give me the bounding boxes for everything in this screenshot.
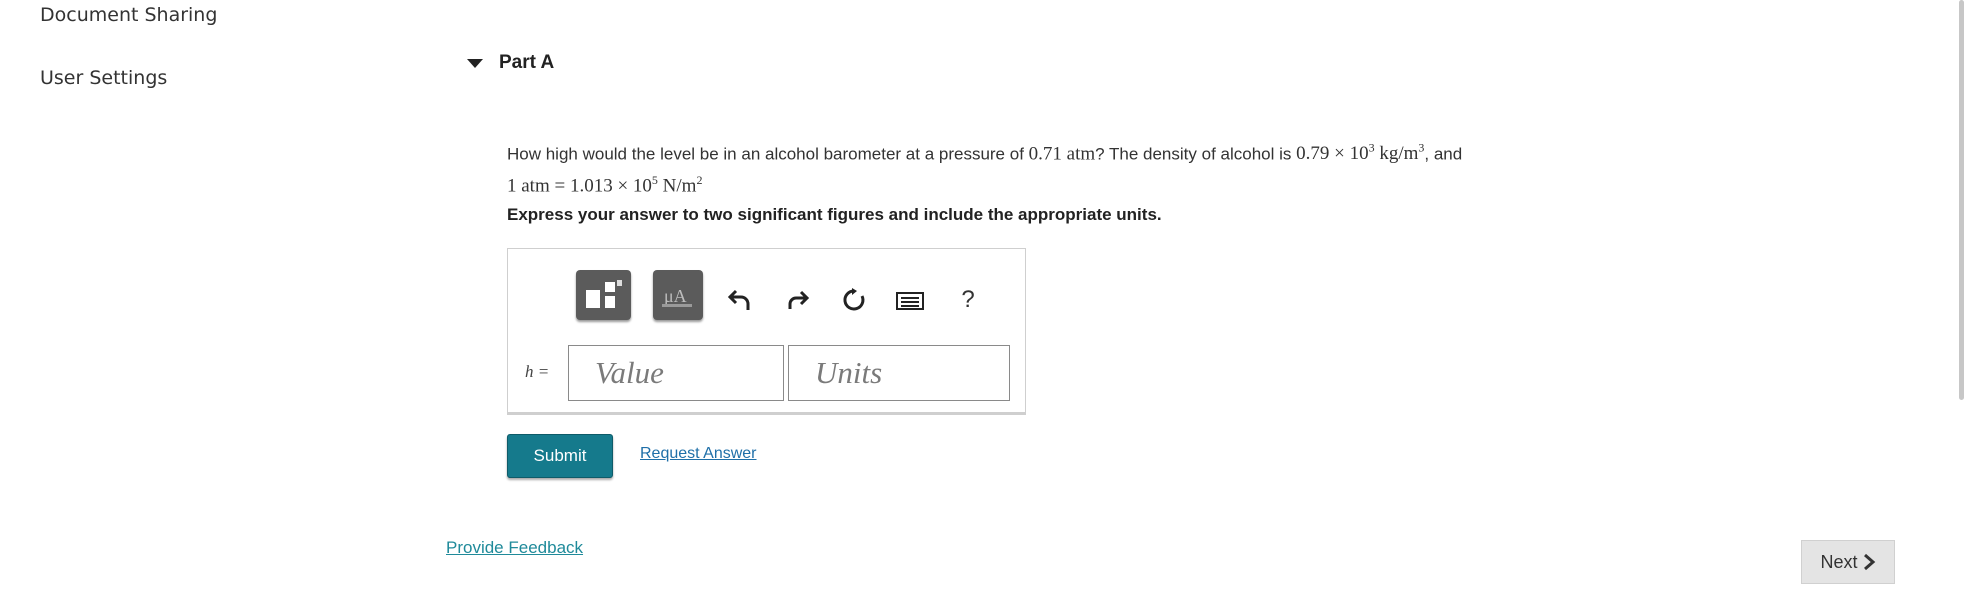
next-button[interactable]: Next — [1801, 540, 1895, 584]
undo-icon — [727, 289, 750, 310]
templates-button[interactable] — [576, 270, 631, 320]
answer-variable-label: h = — [525, 362, 550, 381]
question-text-segment: ? The density of alcohol is — [1095, 144, 1297, 164]
keyboard-icon — [896, 292, 924, 310]
density-value: 0.79 × 103 kg/m3 — [1296, 141, 1424, 165]
units-icon: μA — [662, 286, 692, 307]
keyboard-button[interactable] — [894, 284, 926, 316]
part-title: Part A — [499, 52, 555, 73]
value-field[interactable] — [568, 345, 784, 401]
sidebar-item-user-settings[interactable]: User Settings — [40, 67, 167, 89]
undo-button[interactable] — [724, 284, 756, 316]
question-text-segment: , and — [1424, 144, 1463, 164]
request-answer-link[interactable]: Request Answer — [640, 445, 757, 463]
help-icon: ? — [961, 286, 975, 313]
units-field[interactable] — [788, 345, 1010, 401]
question-text-segment: How high would the level be in an alcoho… — [507, 144, 1029, 164]
units-input[interactable] — [813, 354, 1009, 392]
density-units: kg/m — [1374, 143, 1419, 165]
atm-conversion-units-exponent: 2 — [696, 173, 703, 188]
reset-button[interactable] — [838, 284, 870, 316]
question-text: How high would the level be in an alcoho… — [507, 135, 1707, 200]
chevron-right-icon — [1863, 553, 1875, 571]
question-line-1: How high would the level be in an alcoho… — [507, 135, 1707, 167]
part-header[interactable]: Part A — [467, 52, 554, 74]
pressure-value: 0.71 atm — [1028, 143, 1096, 165]
caret-down-icon — [467, 58, 483, 68]
submit-button[interactable]: Submit — [507, 434, 613, 478]
answer-box: μA ? h = — [507, 248, 1026, 415]
answer-instruction: Express your answer to two significant f… — [507, 205, 1162, 224]
units-button[interactable]: μA — [653, 270, 703, 320]
sidebar-item-document-sharing[interactable]: Document Sharing — [40, 4, 217, 26]
density-mantissa: 0.79 × 10 — [1296, 143, 1369, 165]
provide-feedback-link[interactable]: Provide Feedback — [446, 538, 583, 558]
atm-conversion: 1 atm = 1.013 × 10 — [507, 175, 652, 197]
question-line-2: 1 atm = 1.013 × 105 N/m2 — [507, 167, 1707, 199]
templates-icon — [585, 280, 622, 308]
redo-button[interactable] — [782, 284, 814, 316]
scrollbar[interactable] — [1959, 0, 1964, 400]
atm-conversion-units: N/m — [657, 175, 697, 197]
reset-icon — [843, 288, 865, 311]
next-label: Next — [1820, 551, 1858, 572]
svg-text:μA: μA — [664, 286, 687, 306]
help-button[interactable]: ? — [952, 284, 984, 316]
redo-icon — [788, 290, 810, 309]
value-input[interactable] — [593, 354, 783, 392]
